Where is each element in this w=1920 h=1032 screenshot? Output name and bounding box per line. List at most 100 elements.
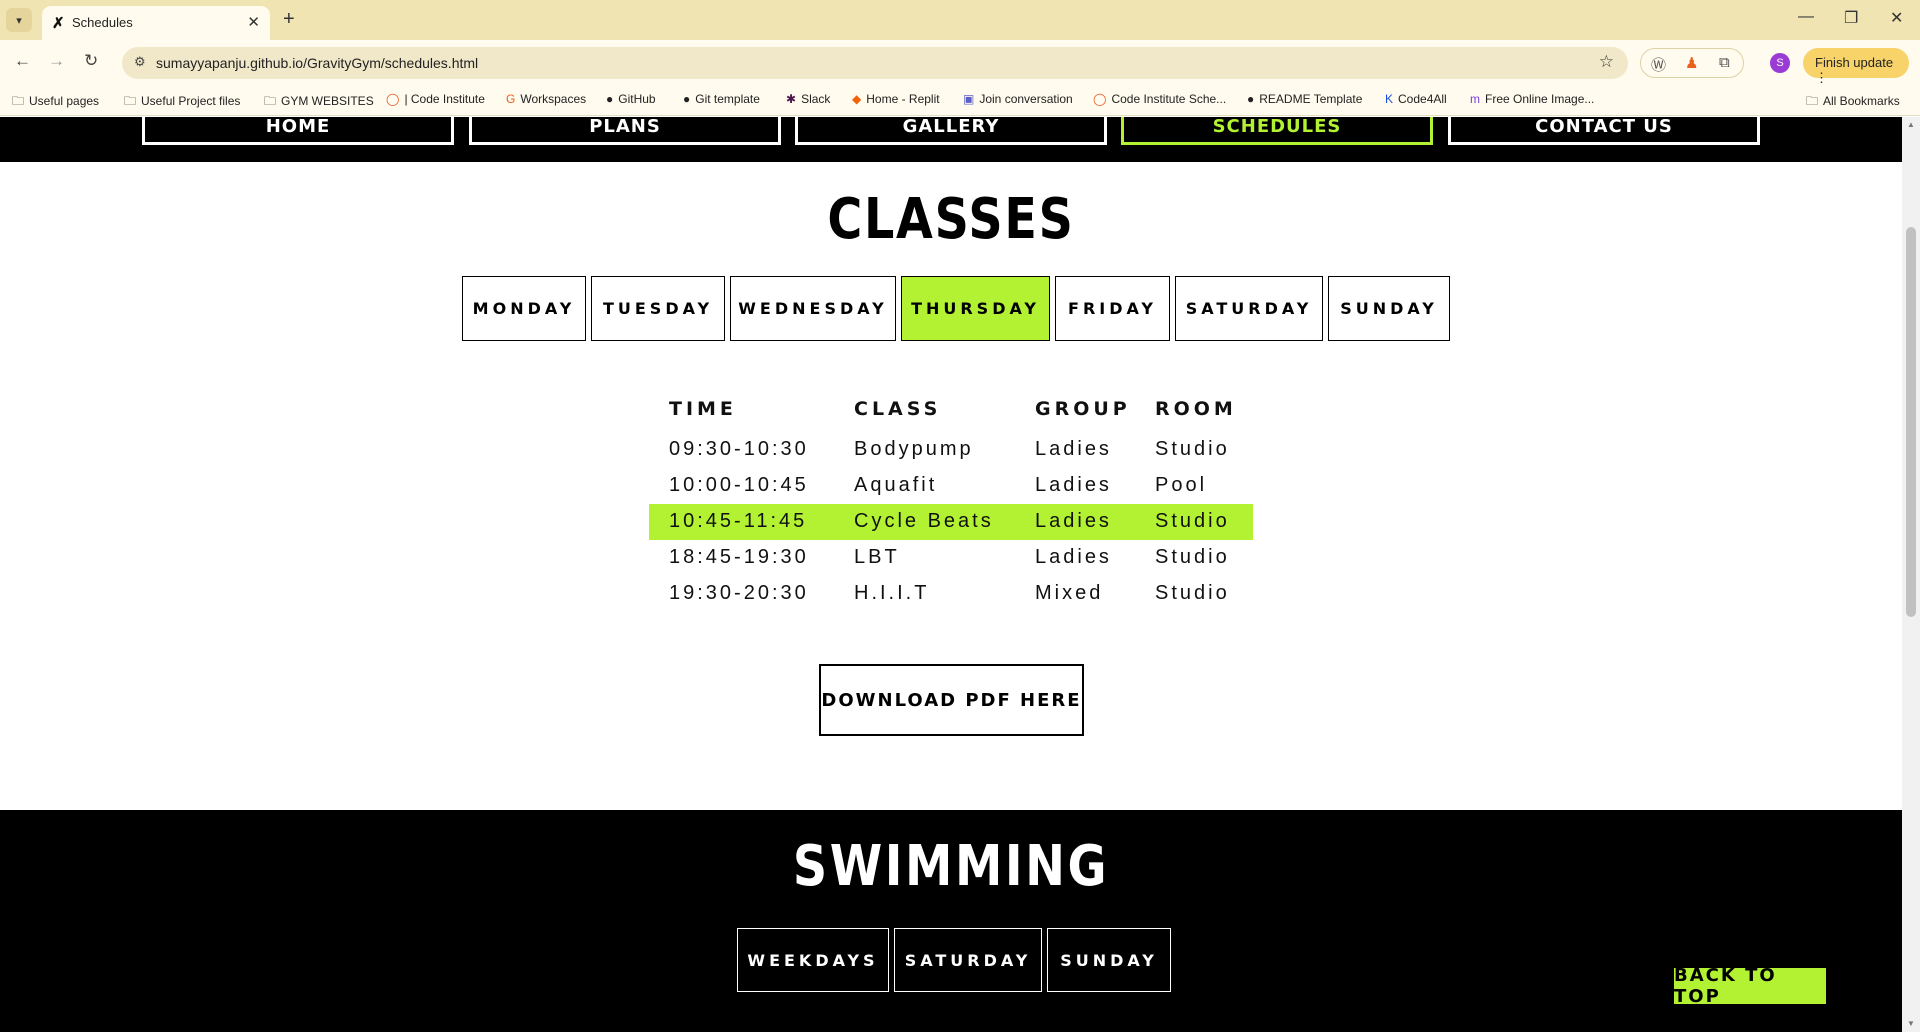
bookmark-code-institute[interactable]: ◯ | Code Institute [386, 92, 485, 106]
bookmark-replit[interactable]: ◆ Home - Replit [852, 92, 940, 106]
classes-schedule-table: TIME CLASS GROUP ROOM 09:30-10:30 Bodypu… [649, 392, 1253, 612]
back-to-top-button[interactable]: BACK TO TOP [1672, 965, 1828, 1007]
swim-tab-saturday[interactable]: SATURDAY [894, 928, 1042, 992]
cell-class: H.I.I.T [854, 582, 930, 604]
site-navigation: HOME PLANS GALLERY SCHEDULES CONTACT US [0, 117, 1902, 162]
bookmark-folder-useful-pages[interactable]: 🗀 Useful pages [12, 92, 99, 113]
table-header-row: TIME CLASS GROUP ROOM [649, 392, 1253, 432]
all-bookmarks-button[interactable]: 🗀 All Bookmarks [1806, 92, 1900, 113]
gitpod-icon: G [506, 92, 516, 106]
table-row: 18:45-19:30 LBT Ladies Studio [649, 540, 1253, 576]
swim-tab-weekdays[interactable]: WEEKDAYS [737, 928, 889, 992]
github-icon: ● [683, 92, 691, 106]
bookmark-git-template[interactable]: ● Git template [683, 92, 760, 106]
day-tab-wednesday[interactable]: WEDNESDAY [730, 276, 896, 341]
wordpress-extension-icon[interactable]: Ⓦ [1651, 54, 1666, 75]
extension-icon[interactable]: ♟ [1685, 54, 1698, 72]
image-tool-icon: m [1470, 92, 1480, 106]
bookmark-code4all[interactable]: K Code4All [1385, 92, 1447, 106]
cell-group: Ladies [1035, 546, 1112, 568]
tab-title: Schedules [72, 15, 133, 30]
day-tab-sunday[interactable]: SUNDAY [1328, 276, 1450, 341]
cell-class: Cycle Beats [854, 510, 994, 532]
header-room: ROOM [1155, 398, 1237, 420]
nav-plans[interactable]: PLANS [469, 117, 781, 145]
bookmark-github[interactable]: ● GitHub [606, 92, 656, 106]
cell-class: Aquafit [854, 474, 938, 496]
scroll-down-icon[interactable]: ▼ [1907, 1019, 1915, 1028]
minimize-icon[interactable]: — [1798, 8, 1814, 26]
browser-tab-schedules[interactable]: ✗ Schedules ✕ [42, 6, 270, 40]
finish-update-label: Finish update [1815, 55, 1894, 70]
day-tab-monday[interactable]: MONDAY [462, 276, 586, 341]
restore-icon[interactable]: ❐ [1844, 8, 1858, 28]
swimming-day-tabs: WEEKDAYS SATURDAY SUNDAY [0, 928, 1902, 992]
code4all-icon: K [1385, 92, 1394, 106]
day-tab-saturday[interactable]: SATURDAY [1175, 276, 1323, 341]
download-pdf-button[interactable]: DOWNLOAD PDF HERE [819, 664, 1084, 736]
reload-icon[interactable]: ↻ [84, 51, 98, 71]
address-bar[interactable]: ⚙ sumayyapanju.github.io/GravityGym/sche… [122, 47, 1628, 79]
folder-icon: 🗀 [264, 94, 277, 108]
nav-home[interactable]: HOME [142, 117, 454, 145]
nav-schedules[interactable]: SCHEDULES [1121, 117, 1433, 145]
bookmark-code-institute-schedule[interactable]: ◯ Code Institute Sche... [1093, 92, 1226, 106]
classes-day-tabs: MONDAY TUESDAY WEDNESDAY THURSDAY FRIDAY… [0, 276, 1902, 341]
bookmark-folder-gym-websites[interactable]: 🗀 GYM WEBSITES [264, 92, 374, 113]
bookmark-readme-template[interactable]: ● README Template [1247, 92, 1362, 106]
cell-room: Studio [1155, 546, 1230, 568]
cell-room: Studio [1155, 438, 1230, 460]
day-tab-friday[interactable]: FRIDAY [1055, 276, 1170, 341]
new-tab-icon[interactable]: + [283, 8, 295, 31]
cell-group: Mixed [1035, 582, 1104, 604]
profile-avatar[interactable]: S [1770, 53, 1790, 73]
code-institute-icon: ◯ [386, 92, 400, 106]
window-close-icon[interactable]: ✕ [1890, 8, 1903, 28]
bookmark-workspaces[interactable]: G Workspaces [506, 92, 586, 106]
scrollbar-thumb[interactable] [1906, 227, 1916, 617]
replit-icon: ◆ [852, 92, 862, 106]
swim-tab-sunday[interactable]: SUNDAY [1047, 928, 1171, 992]
day-tab-thursday[interactable]: THURSDAY [901, 276, 1050, 341]
bookmark-join-conversation[interactable]: ▣ Join conversation [963, 92, 1073, 106]
tab-close-icon[interactable]: ✕ [247, 13, 260, 31]
bookmark-free-online-image[interactable]: m Free Online Image... [1470, 92, 1594, 106]
cell-class: LBT [854, 546, 900, 568]
page-viewport: HOME PLANS GALLERY SCHEDULES CONTACT US … [0, 117, 1902, 1032]
cell-room: Studio [1155, 510, 1230, 532]
scroll-up-icon[interactable]: ▲ [1907, 120, 1915, 129]
teams-icon: ▣ [963, 92, 975, 106]
tab-search-button[interactable]: ▾ [6, 8, 32, 32]
forward-arrow-icon[interactable]: → [48, 51, 65, 71]
bookmark-slack[interactable]: ✱ Slack [786, 92, 830, 106]
header-group: GROUP [1035, 398, 1131, 420]
folder-icon: 🗀 [12, 94, 25, 108]
table-row: 19:30-20:30 H.I.I.T Mixed Studio [649, 576, 1253, 612]
puzzle-extensions-icon[interactable]: ⧉ [1719, 54, 1730, 71]
cell-group: Ladies [1035, 474, 1112, 496]
bookmarks-bar: 🗀 Useful pages 🗀 Useful Project files 🗀 GYM… [0, 86, 1920, 116]
page-scrollbar[interactable]: ▲ ▼ [1902, 117, 1920, 1032]
finish-update-button[interactable]: Finish update ⋮ [1803, 48, 1909, 85]
classes-heading: CLASSES [827, 187, 1075, 252]
url-text[interactable]: sumayyapanju.github.io/GravityGym/schedu… [156, 55, 478, 71]
cell-time: 10:45-11:45 [669, 510, 808, 532]
code-institute-icon: ◯ [1093, 92, 1107, 106]
site-info-icon[interactable]: ⚙ [134, 54, 146, 70]
cell-room: Pool [1155, 474, 1208, 496]
cell-time: 19:30-20:30 [669, 582, 809, 604]
bookmark-star-icon[interactable]: ☆ [1599, 52, 1614, 72]
folder-icon: 🗀 [124, 94, 137, 108]
nav-gallery[interactable]: GALLERY [795, 117, 1107, 145]
table-row: 10:00-10:45 Aquafit Ladies Pool [649, 468, 1253, 504]
day-tab-tuesday[interactable]: TUESDAY [591, 276, 725, 341]
extensions-group: Ⓦ ♟ ⧉ [1640, 48, 1744, 78]
nav-contact-us[interactable]: CONTACT US [1448, 117, 1760, 145]
github-icon: ● [1247, 92, 1255, 106]
folder-icon: 🗀 [1806, 94, 1819, 108]
site-favicon-icon: ✗ [52, 15, 65, 32]
back-arrow-icon[interactable]: ← [14, 51, 31, 71]
header-class: CLASS [854, 398, 942, 420]
cell-group: Ladies [1035, 438, 1112, 460]
bookmark-folder-useful-project-files[interactable]: 🗀 Useful Project files [124, 92, 240, 113]
